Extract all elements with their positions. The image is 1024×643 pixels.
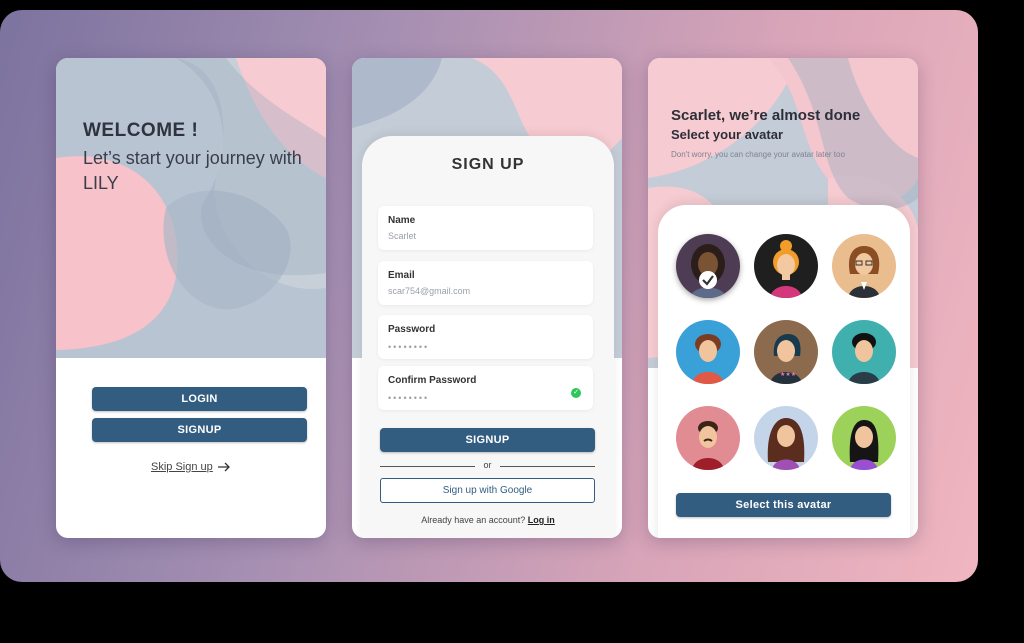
check-icon: ✓ (571, 388, 581, 398)
woman-short-hair-avatar-icon: ★★★ (770, 334, 802, 384)
welcome-card: WELCOME ! Let’s start your journey with … (56, 58, 326, 538)
skip-signup-link[interactable]: Skip Sign up (151, 461, 231, 473)
avatar-note: Don't worry, you can change your avatar … (671, 150, 845, 159)
welcome-title: WELCOME ! (83, 120, 199, 141)
avatar-option-3[interactable] (832, 234, 896, 298)
avatar-option-1[interactable] (676, 234, 740, 298)
signup-submit-button[interactable]: SIGNUP (380, 428, 595, 452)
or-divider: or (380, 460, 595, 472)
skip-signup-label: Skip Sign up (151, 461, 213, 473)
confirm-password-field[interactable]: Confirm Password •••••••• ✓ (378, 366, 593, 410)
name-value: Scarlet (388, 231, 417, 241)
login-link[interactable]: Log in (528, 515, 555, 525)
woman-long-hair-avatar-icon (767, 418, 805, 470)
name-label: Name (388, 215, 416, 226)
svg-text:★★★: ★★★ (780, 371, 796, 378)
name-field[interactable]: Name Scarlet (378, 206, 593, 250)
woman-bun-avatar-icon (770, 240, 802, 298)
decorative-blobs (56, 58, 326, 358)
avatar-title: Scarlet, we’re almost done (671, 107, 861, 124)
avatar-card: Scarlet, we’re almost done Select your a… (648, 58, 918, 538)
password-label: Password (388, 324, 436, 335)
woman-braids-avatar-icon (849, 420, 879, 470)
password-value: •••••••• (388, 342, 430, 352)
email-value: scar754@gmail.com (388, 286, 471, 296)
avatar-option-9[interactable] (832, 406, 896, 470)
email-field[interactable]: Email scar754@gmail.com (378, 261, 593, 305)
avatar-option-6[interactable] (832, 320, 896, 384)
welcome-subtitle: Let’s start your journey with LILY (83, 148, 302, 193)
man-dark-hair-avatar-icon (848, 333, 880, 384)
avatar-option-5[interactable]: ★★★ (754, 320, 818, 384)
have-account-text: Already have an account? (421, 515, 526, 525)
avatar-option-2[interactable] (754, 234, 818, 298)
showcase-background: WELCOME ! Let’s start your journey with … (0, 10, 978, 582)
signup-button[interactable]: SIGNUP (92, 418, 307, 442)
woman-glasses-avatar-icon (848, 246, 880, 298)
signup-title: SIGN UP (451, 156, 525, 173)
login-button[interactable]: LOGIN (92, 387, 307, 411)
login-prompt: Already have an account? Log in (352, 515, 622, 525)
avatar-option-7[interactable] (676, 406, 740, 470)
arrow-right-icon (217, 462, 230, 472)
avatar-subtitle: Select your avatar (671, 127, 784, 142)
man-avatar-icon (692, 334, 724, 384)
avatar-option-8[interactable] (754, 406, 818, 470)
google-signup-button[interactable]: Sign up with Google (380, 478, 595, 503)
signup-card: SIGN UP Name Scarlet Email scar754@gmail… (352, 58, 622, 538)
confirm-password-value: •••••••• (388, 393, 430, 403)
confirm-password-label: Confirm Password (388, 375, 477, 386)
email-label: Email (388, 270, 415, 281)
or-label: or (483, 460, 492, 470)
avatar-option-4[interactable] (676, 320, 740, 384)
password-field[interactable]: Password •••••••• (378, 315, 593, 359)
woman-avatar-icon (690, 244, 726, 298)
man-mustache-avatar-icon (692, 421, 724, 470)
select-avatar-button[interactable]: Select this avatar (676, 493, 891, 517)
